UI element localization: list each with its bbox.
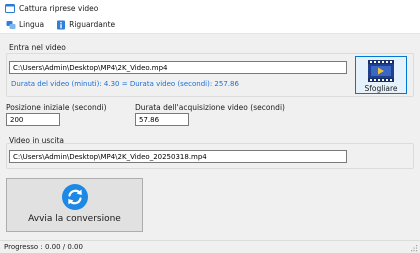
app-icon xyxy=(5,3,15,13)
output-path-field[interactable]: C:\Users\Admin\Desktop\MP4\2K_Video_2025… xyxy=(9,150,347,163)
browse-button[interactable]: Sfogliare xyxy=(355,56,407,94)
progress-status: Progresso : 0.00 / 0.00 xyxy=(4,243,83,251)
menu-language-label: Lingua xyxy=(19,20,45,29)
menu-language[interactable]: Lingua xyxy=(5,17,45,33)
duration-separator: = xyxy=(121,80,128,88)
resize-grip-icon[interactable] xyxy=(410,244,418,252)
capture-duration-field[interactable]: 57.86 xyxy=(135,113,189,126)
capture-duration-label: Durata dell'acquisizione video (secondi) xyxy=(135,103,285,112)
duration-info: Durata del video (minuti): 4.30 = Durata… xyxy=(11,80,239,88)
language-icon xyxy=(6,20,16,29)
window-title: Cattura riprese video xyxy=(19,3,99,13)
input-group xyxy=(6,53,414,97)
refresh-icon xyxy=(61,184,88,210)
duration-minutes-label: Durata del video (minuti): xyxy=(11,80,102,88)
start-conversion-label: Avvia la conversione xyxy=(28,214,121,224)
duration-seconds-label: Durata video (secondi): xyxy=(129,80,213,88)
input-group-label: Entra nel video xyxy=(9,43,66,52)
title-bar: Cattura riprese video xyxy=(0,0,420,16)
info-icon xyxy=(57,20,66,29)
menu-about-label: Riguardante xyxy=(69,20,116,29)
start-position-field[interactable]: 200 xyxy=(6,113,60,126)
input-path-field[interactable]: C:\Users\Admin\Desktop\MP4\2K_Video.mp4 xyxy=(9,61,347,74)
menu-about[interactable]: Riguardante xyxy=(55,17,116,33)
status-bar: Progresso : 0.00 / 0.00 xyxy=(0,240,420,253)
menu-bar: Lingua Riguardante xyxy=(0,16,420,34)
film-icon xyxy=(368,60,394,82)
start-position-label: Posizione iniziale (secondi) xyxy=(6,103,107,112)
duration-minutes-value: 4.30 xyxy=(103,80,120,88)
start-conversion-button[interactable]: Avvia la conversione xyxy=(6,178,143,232)
browse-button-label: Sfogliare xyxy=(364,84,398,93)
duration-seconds-value: 257.86 xyxy=(214,80,239,88)
